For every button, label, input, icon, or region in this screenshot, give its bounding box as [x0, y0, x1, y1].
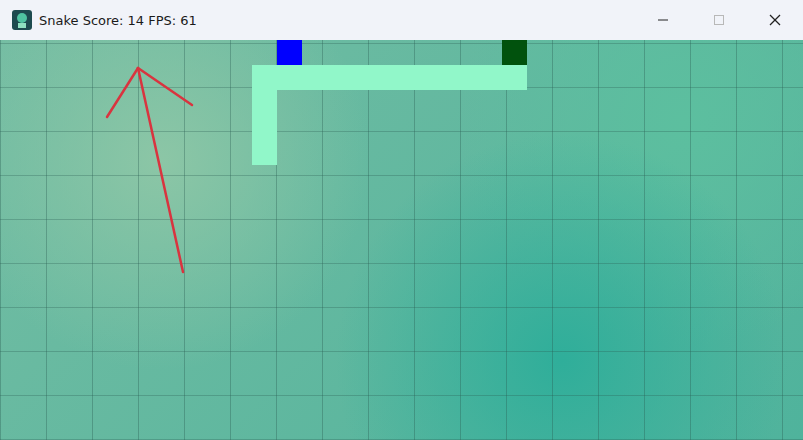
maximize-icon — [713, 14, 725, 26]
snake-segment — [402, 65, 427, 90]
snake-head — [502, 40, 527, 65]
maximize-button[interactable] — [691, 0, 747, 40]
snake-segment — [377, 65, 402, 90]
close-button[interactable] — [747, 0, 803, 40]
annotation-arrow-icon — [0, 40, 803, 440]
snake-segment — [427, 65, 452, 90]
snake-segment — [477, 65, 502, 90]
snake-segment — [252, 115, 277, 140]
snake-segment — [352, 65, 377, 90]
game-board — [0, 40, 803, 440]
snake-segment — [452, 65, 477, 90]
snake-app-icon — [12, 10, 32, 30]
snake-segment — [302, 65, 327, 90]
snake-segment — [502, 65, 527, 90]
food — [277, 40, 302, 65]
window-title: Snake Score: 14 FPS: 61 — [39, 13, 197, 28]
snake-segment — [252, 140, 277, 165]
close-icon — [769, 14, 781, 26]
game-window: Snake Score: 14 FPS: 61 — [0, 0, 803, 440]
snake-segment — [277, 65, 302, 90]
minimize-button[interactable] — [635, 0, 691, 40]
title-bar: Snake Score: 14 FPS: 61 — [0, 0, 803, 40]
snake-segment — [327, 65, 352, 90]
snake-segment — [252, 90, 277, 115]
minimize-icon — [657, 14, 669, 26]
snake-segment — [252, 65, 277, 90]
